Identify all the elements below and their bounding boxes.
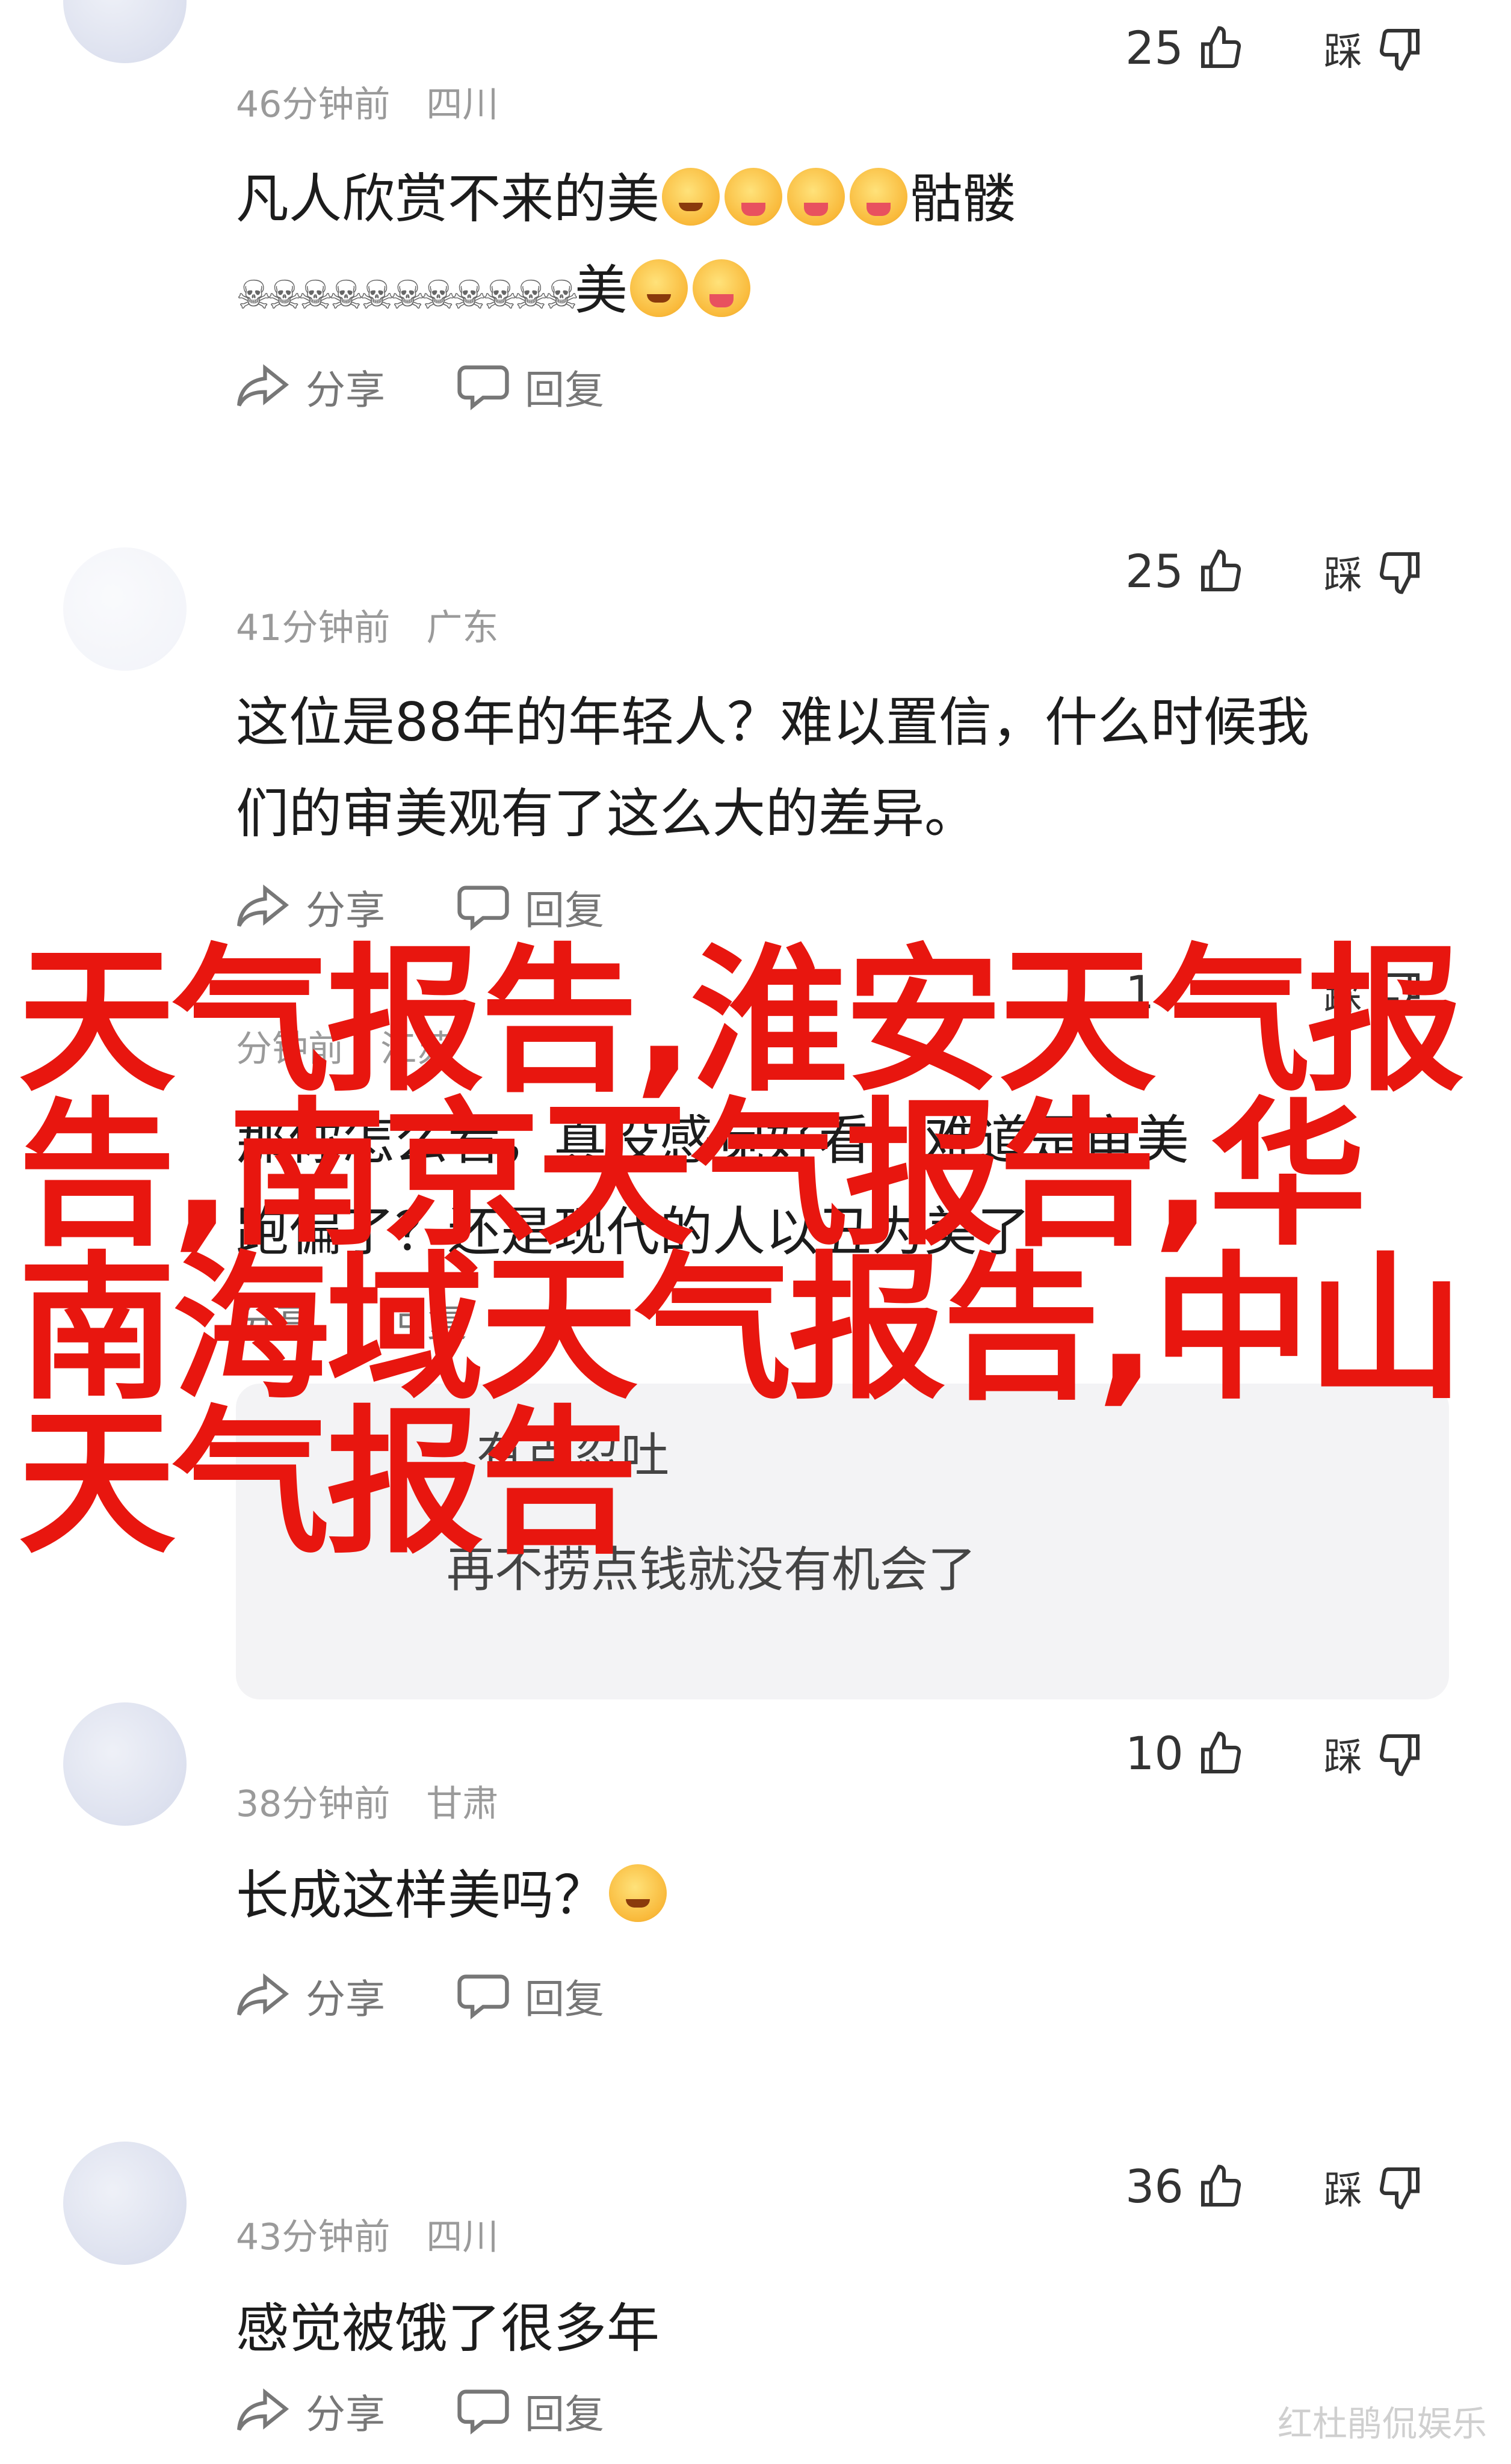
thumbs-up-icon — [1200, 2164, 1241, 2207]
share-button[interactable]: 分享 — [236, 878, 385, 936]
comment-text: 凡人欣赏不来的美 骷髅 ☠☠☠☠☠☠☠☠☠☠☠美 — [236, 168, 1016, 321]
tongue-emoji-icon — [850, 168, 908, 226]
share-icon — [237, 364, 289, 407]
dislike-button[interactable]: 踩 — [1324, 21, 1424, 76]
dislike-button[interactable]: 踩 — [1324, 1726, 1424, 1782]
like-button[interactable]: 36 — [1125, 2160, 1245, 2213]
like-count: 36 — [1125, 2160, 1184, 2213]
comment-actions: 分享 回复 — [236, 358, 676, 416]
like-count: 10 — [1125, 1726, 1184, 1780]
grin-emoji-icon — [662, 168, 720, 226]
share-icon — [237, 884, 289, 927]
share-button[interactable]: 分享 — [236, 2382, 385, 2440]
dislike-button[interactable]: 踩 — [1324, 544, 1424, 600]
reply-button[interactable]: 回复 — [457, 358, 604, 416]
comment-time: 38分钟前 — [236, 1783, 391, 1825]
like-button[interactable]: 25 — [1125, 544, 1245, 598]
comment-text: 感觉被饿了很多年 — [236, 2297, 660, 2359]
avatar[interactable] — [63, 1702, 187, 1826]
comment-actions: 分享 回复 — [236, 2382, 676, 2440]
comment-location: 广东 — [426, 607, 499, 649]
overlay-headline: 天气报告,淮安天气报告,南京天气报告,华南海域天气报告,中山天气报告 — [18, 929, 1465, 1575]
tongue-emoji-icon — [787, 168, 845, 226]
tongue-emoji-icon — [692, 259, 750, 317]
skull-icons: ☠☠☠☠☠☠☠☠☠☠☠ — [236, 272, 579, 318]
comment-meta: 41分钟前 广东 — [236, 599, 498, 651]
like-count: 25 — [1125, 544, 1184, 598]
speech-bubble-icon — [457, 2389, 509, 2435]
comment-meta: 38分钟前 甘肃 — [236, 1775, 498, 1827]
speech-bubble-icon — [457, 365, 509, 410]
dislike-label: 踩 — [1324, 2169, 1362, 2213]
comment-text: 长成这样美吗？ — [236, 1850, 1433, 1941]
comment-location: 四川 — [426, 84, 499, 126]
reply-button[interactable]: 回复 — [457, 2382, 604, 2440]
comment-meta: 43分钟前 四川 — [236, 2208, 498, 2260]
comment-location: 四川 — [426, 2216, 499, 2258]
surprised-emoji-icon — [609, 1864, 667, 1922]
avatar[interactable] — [63, 547, 187, 671]
share-icon — [237, 1973, 289, 2016]
like-button[interactable]: 10 — [1125, 1726, 1245, 1780]
comment-time: 43分钟前 — [236, 2216, 391, 2258]
comment-actions: 分享 回复 — [236, 1967, 676, 2025]
comment-location: 甘肃 — [426, 1783, 499, 1825]
thumbs-down-icon — [1379, 552, 1420, 594]
avatar[interactable] — [63, 2142, 187, 2265]
tongue-emoji-icon — [725, 168, 783, 226]
thumbs-down-icon — [1379, 2167, 1420, 2210]
comment-actions: 分享 回复 — [236, 878, 676, 936]
share-button[interactable]: 分享 — [236, 358, 385, 416]
comment-text: 这位是88年的年轻人？难以置信，什么时候我 们的审美观有了这么大的差异。 — [236, 691, 1309, 845]
thumbs-down-icon — [1379, 29, 1420, 71]
thumbs-down-icon — [1379, 1734, 1420, 1776]
avatar[interactable] — [63, 0, 187, 63]
reply-button[interactable]: 回复 — [457, 878, 604, 936]
thumbs-up-icon — [1200, 1731, 1241, 1773]
comment-meta: 46分钟前 四川 — [236, 75, 498, 128]
like-count: 25 — [1125, 21, 1184, 75]
thumbs-up-icon — [1200, 549, 1241, 591]
share-button[interactable]: 分享 — [236, 1967, 385, 2025]
dislike-label: 踩 — [1324, 553, 1362, 598]
speech-bubble-icon — [457, 1974, 509, 2019]
grin-emoji-icon — [629, 259, 688, 317]
share-icon — [237, 2388, 289, 2431]
dislike-label: 踩 — [1324, 1736, 1362, 1780]
speech-bubble-icon — [457, 886, 509, 931]
reply-button[interactable]: 回复 — [457, 1967, 604, 2025]
like-button[interactable]: 25 — [1125, 21, 1245, 75]
dislike-button[interactable]: 踩 — [1324, 2160, 1424, 2215]
comment-time: 41分钟前 — [236, 607, 391, 649]
comment-time: 46分钟前 — [236, 84, 391, 126]
watermark: 红杜鹃侃娱乐 — [1277, 2403, 1487, 2444]
thumbs-up-icon — [1200, 26, 1241, 68]
dislike-label: 踩 — [1324, 30, 1362, 75]
